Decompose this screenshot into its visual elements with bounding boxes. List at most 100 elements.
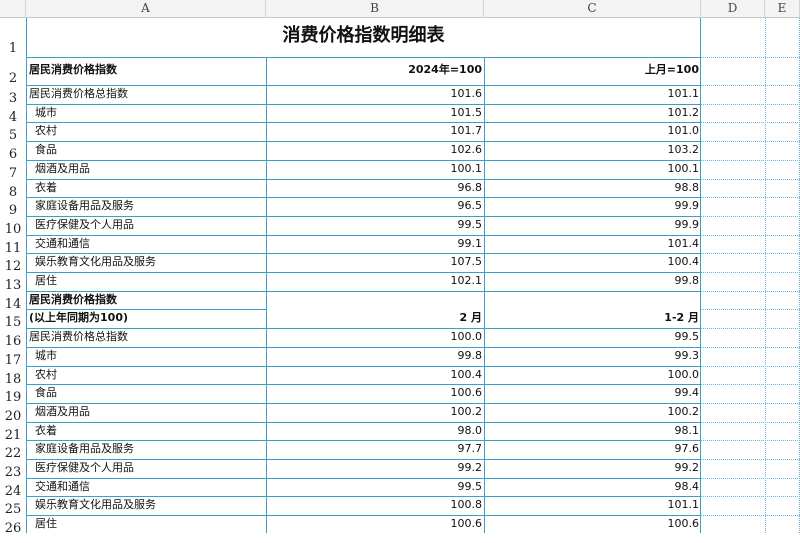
section1-row-value-c[interactable]: 99.9	[484, 216, 701, 235]
section1-row-label[interactable]: 农村	[26, 122, 266, 141]
row-header-9[interactable]: 9	[0, 197, 26, 218]
section1-row-label[interactable]: 交通和通信	[26, 235, 266, 254]
section1-row-value-b[interactable]: 107.5	[266, 253, 484, 272]
section2-row-value-b[interactable]: 100.8	[266, 496, 484, 515]
section2-row-value-c[interactable]: 97.6	[484, 440, 701, 459]
row-header-12[interactable]: 12	[0, 253, 26, 274]
section1-row-value-b[interactable]: 99.1	[266, 235, 484, 254]
row-header-5[interactable]: 5	[0, 122, 26, 143]
row-header-20[interactable]: 20	[0, 402, 26, 424]
section2-row-value-b[interactable]: 99.5	[266, 478, 484, 497]
section1-row-value-c[interactable]: 99.9	[484, 197, 701, 216]
section2-row-value-c[interactable]: 100.2	[484, 403, 701, 422]
select-all-corner[interactable]	[0, 0, 26, 18]
section2-row-value-b[interactable]: 100.2	[266, 403, 484, 422]
section1-row-label[interactable]: 娱乐教育文化用品及服务	[26, 253, 266, 272]
row-header-1[interactable]: 1	[0, 18, 26, 57]
section1-row-value-b[interactable]: 96.8	[266, 179, 484, 198]
section2-row-label[interactable]: 医疗保健及个人用品	[26, 459, 266, 478]
column-header-a[interactable]: A	[26, 0, 266, 18]
section2-header-line1[interactable]: 居民消费价格指数	[26, 291, 266, 310]
section2-row-value-b[interactable]: 99.8	[266, 347, 484, 366]
section2-row-value-c[interactable]: 100.6	[484, 515, 701, 534]
row-header-26[interactable]: 26	[0, 515, 26, 536]
section1-row-value-b[interactable]: 101.6	[266, 85, 484, 104]
section1-row-value-b[interactable]: 101.7	[266, 122, 484, 141]
section1-row-value-b[interactable]: 102.6	[266, 141, 484, 160]
row-header-21[interactable]: 21	[0, 421, 26, 443]
row-header-17[interactable]: 17	[0, 346, 26, 368]
section1-header-col-b[interactable]: 2024年=100	[266, 57, 484, 85]
section1-header-col-c[interactable]: 上月=100	[484, 57, 701, 85]
section2-row-label[interactable]: 家庭设备用品及服务	[26, 440, 266, 459]
column-header-e[interactable]: E	[765, 0, 800, 18]
row-header-18[interactable]: 18	[0, 365, 26, 387]
section2-row-value-c[interactable]: 98.1	[484, 422, 701, 441]
section2-header-col-b[interactable]: 2 月	[266, 309, 484, 328]
section1-row-value-c[interactable]: 98.8	[484, 179, 701, 198]
column-header-d[interactable]: D	[701, 0, 765, 18]
section1-row-value-c[interactable]: 101.0	[484, 122, 701, 141]
section1-row-value-b[interactable]: 96.5	[266, 197, 484, 216]
row-header-25[interactable]: 25	[0, 496, 26, 517]
section1-row-label[interactable]: 居民消费价格总指数	[26, 85, 266, 104]
section1-header-label[interactable]: 居民消费价格指数	[26, 57, 266, 85]
section2-row-label[interactable]: 城市	[26, 347, 266, 366]
section1-row-label[interactable]: 家庭设备用品及服务	[26, 197, 266, 216]
section1-row-value-c[interactable]: 100.1	[484, 160, 701, 179]
section1-row-label[interactable]: 城市	[26, 104, 266, 123]
row-header-22[interactable]: 22	[0, 440, 26, 461]
row-header-8[interactable]: 8	[0, 178, 26, 200]
section2-row-value-c[interactable]: 99.4	[484, 384, 701, 403]
section2-row-label[interactable]: 衣着	[26, 422, 266, 441]
row-header-4[interactable]: 4	[0, 103, 26, 125]
section1-row-value-c[interactable]: 101.1	[484, 85, 701, 104]
section2-row-value-c[interactable]: 99.3	[484, 347, 701, 366]
section1-row-label[interactable]: 医疗保健及个人用品	[26, 216, 266, 235]
row-header-23[interactable]: 23	[0, 459, 26, 480]
row-header-6[interactable]: 6	[0, 141, 26, 162]
section2-row-label[interactable]: 交通和通信	[26, 478, 266, 497]
row-header-19[interactable]: 19	[0, 384, 26, 405]
row-header-2[interactable]: 2	[0, 57, 26, 86]
section1-row-value-b[interactable]: 101.5	[266, 104, 484, 123]
section1-row-label[interactable]: 烟酒及用品	[26, 160, 266, 179]
row-header-10[interactable]: 10	[0, 215, 26, 237]
section2-row-value-c[interactable]: 99.5	[484, 328, 701, 347]
row-header-16[interactable]: 16	[0, 328, 26, 349]
section1-row-value-c[interactable]: 100.4	[484, 253, 701, 272]
row-header-13[interactable]: 13	[0, 272, 26, 293]
section1-row-value-b[interactable]: 102.1	[266, 272, 484, 291]
section2-row-value-c[interactable]: 100.0	[484, 366, 701, 385]
section1-row-value-c[interactable]: 101.4	[484, 235, 701, 254]
section2-row-value-b[interactable]: 100.6	[266, 384, 484, 403]
section2-row-value-b[interactable]: 97.7	[266, 440, 484, 459]
section1-row-value-c[interactable]: 101.2	[484, 104, 701, 123]
section1-row-value-b[interactable]: 99.5	[266, 216, 484, 235]
section2-row-value-b[interactable]: 100.6	[266, 515, 484, 534]
row-header-24[interactable]: 24	[0, 477, 26, 499]
section2-row-value-b[interactable]: 100.4	[266, 366, 484, 385]
section2-row-value-b[interactable]: 100.0	[266, 328, 484, 347]
section2-row-label[interactable]: 食品	[26, 384, 266, 403]
section1-row-label[interactable]: 食品	[26, 141, 266, 160]
section1-row-value-c[interactable]: 99.8	[484, 272, 701, 291]
section2-row-value-b[interactable]: 99.2	[266, 459, 484, 478]
row-header-14[interactable]: 14	[0, 290, 26, 312]
section1-row-value-b[interactable]: 100.1	[266, 160, 484, 179]
section2-row-value-c[interactable]: 101.1	[484, 496, 701, 515]
row-header-11[interactable]: 11	[0, 234, 26, 256]
section2-row-value-c[interactable]: 98.4	[484, 478, 701, 497]
section1-row-label[interactable]: 居住	[26, 272, 266, 291]
section2-row-label[interactable]: 娱乐教育文化用品及服务	[26, 496, 266, 515]
section2-row-label[interactable]: 居民消费价格总指数	[26, 328, 266, 347]
row-header-15[interactable]: 15	[0, 309, 26, 330]
section2-row-value-c[interactable]: 99.2	[484, 459, 701, 478]
row-header-7[interactable]: 7	[0, 159, 26, 181]
section2-row-value-b[interactable]: 98.0	[266, 422, 484, 441]
sheet-title[interactable]: 消费价格指数明细表	[26, 18, 701, 57]
column-header-c[interactable]: C	[484, 0, 701, 18]
column-header-b[interactable]: B	[266, 0, 484, 18]
section1-row-value-c[interactable]: 103.2	[484, 141, 701, 160]
section2-row-label[interactable]: 居住	[26, 515, 266, 534]
